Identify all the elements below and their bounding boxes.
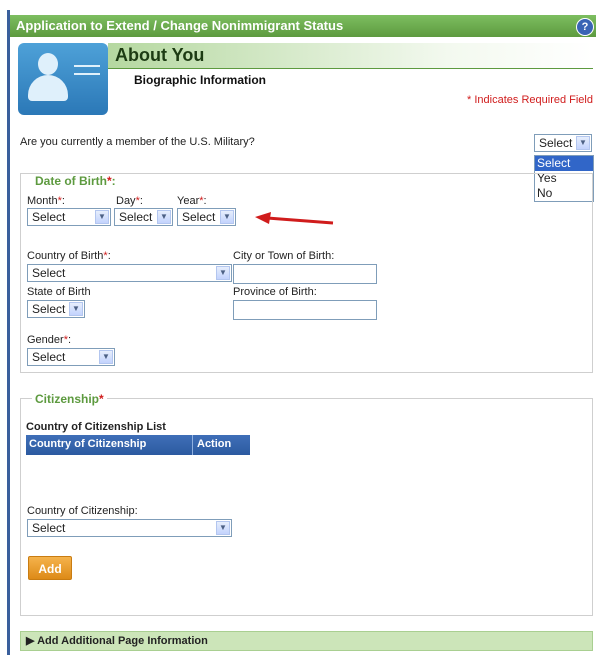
- help-icon[interactable]: ?: [576, 18, 594, 36]
- window-title: Application to Extend / Change Nonimmigr…: [16, 18, 344, 33]
- month-select[interactable]: Select ▼: [27, 208, 111, 226]
- column-country: Country of Citizenship: [29, 438, 147, 450]
- column-action: Action: [197, 438, 232, 450]
- chevron-down-icon: ▼: [576, 136, 590, 150]
- province-of-birth-input[interactable]: [233, 300, 377, 320]
- page-title: About You: [115, 45, 205, 65]
- city-of-birth-input[interactable]: [233, 264, 377, 284]
- required-field-note: * Indicates Required Field: [467, 94, 593, 106]
- country-of-birth-select[interactable]: Select ▼: [27, 264, 232, 282]
- state-of-birth-select[interactable]: Select ▼: [27, 300, 85, 318]
- citizenship-table-header: Country of Citizenship Action: [26, 435, 250, 455]
- state-of-birth-label: State of Birth: [27, 286, 91, 298]
- year-select[interactable]: Select ▼: [177, 208, 236, 226]
- chevron-down-icon: ▼: [69, 302, 83, 316]
- month-label: Month*:: [27, 195, 65, 207]
- country-of-birth-label: Country of Birth*:: [27, 250, 111, 262]
- citizenship-legend: Citizenship*: [32, 392, 107, 406]
- section-subtitle: Biographic Information: [134, 73, 266, 87]
- expand-triangle-icon: ▶: [26, 635, 38, 647]
- province-of-birth-label: Province of Birth:: [233, 286, 317, 298]
- military-question: Are you currently a member of the U.S. M…: [20, 136, 255, 148]
- additional-info-toggle[interactable]: ▶ Add Additional Page Information: [20, 631, 593, 651]
- chevron-down-icon: ▼: [157, 210, 171, 224]
- gender-select[interactable]: Select ▼: [27, 348, 115, 366]
- day-label: Day*:: [116, 195, 143, 207]
- day-select[interactable]: Select ▼: [114, 208, 173, 226]
- country-of-citizenship-select[interactable]: Select ▼: [27, 519, 232, 537]
- chevron-down-icon: ▼: [220, 210, 234, 224]
- chevron-down-icon: ▼: [95, 210, 109, 224]
- chevron-down-icon: ▼: [99, 350, 113, 364]
- header-divider: [108, 68, 593, 69]
- profile-card-icon: [18, 43, 108, 115]
- chevron-down-icon: ▼: [216, 521, 230, 535]
- title-bar: Application to Extend / Change Nonimmigr…: [10, 15, 596, 37]
- country-of-citizenship-label: Country of Citizenship:: [27, 505, 138, 517]
- city-of-birth-label: City or Town of Birth:: [233, 250, 335, 262]
- add-citizenship-button[interactable]: Add: [28, 556, 72, 580]
- citizenship-list-title: Country of Citizenship List: [26, 421, 166, 433]
- year-label: Year*:: [177, 195, 207, 207]
- option-select[interactable]: Select: [535, 156, 593, 171]
- gender-label: Gender*:: [27, 334, 72, 346]
- military-select[interactable]: Select ▼: [534, 134, 592, 152]
- red-arrow-icon: [255, 212, 334, 225]
- dob-legend: Date of Birth*:: [32, 174, 119, 188]
- chevron-down-icon: ▼: [216, 266, 230, 280]
